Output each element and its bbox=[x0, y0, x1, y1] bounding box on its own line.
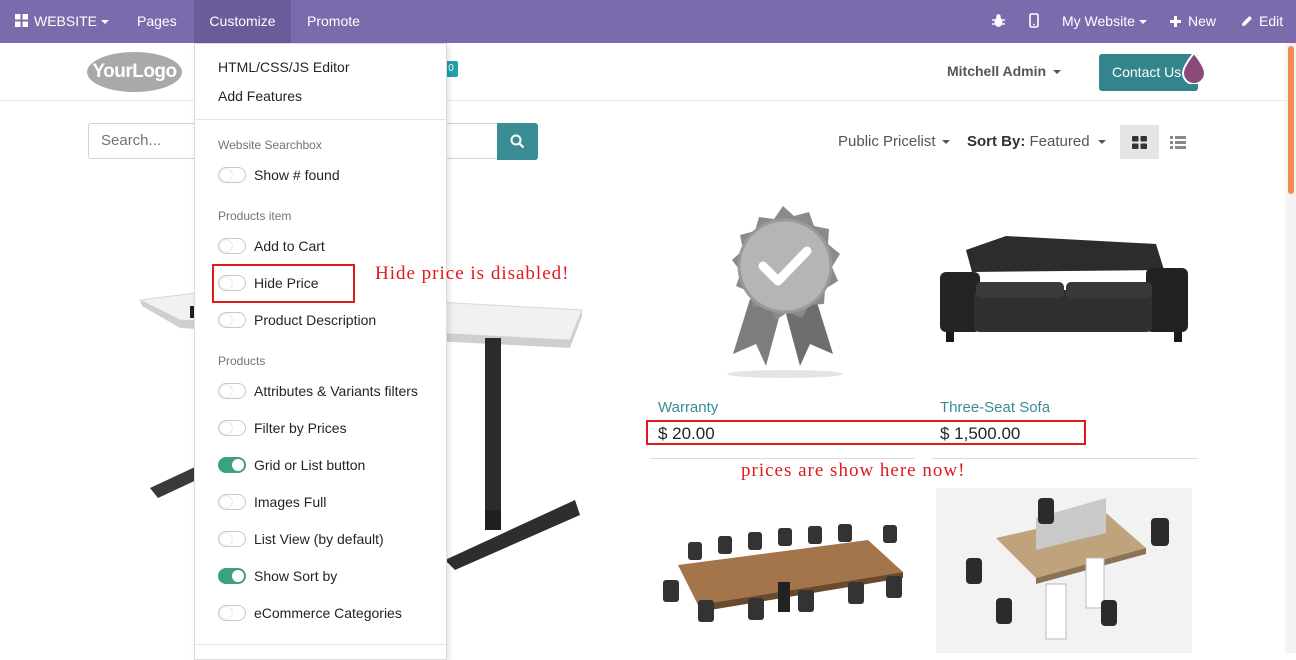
promote-menu[interactable]: Promote bbox=[307, 0, 360, 43]
edit-label: Edit bbox=[1259, 13, 1284, 29]
product-name-warranty[interactable]: Warranty bbox=[658, 399, 718, 416]
user-name: Mitchell Admin bbox=[947, 63, 1047, 79]
toggle-switch[interactable] bbox=[218, 494, 246, 510]
pages-menu[interactable]: Pages bbox=[137, 0, 177, 43]
annotation-prices-shown: prices are show here now! bbox=[741, 460, 966, 481]
bug-icon bbox=[992, 14, 1005, 27]
conference-table-image[interactable] bbox=[658, 520, 908, 635]
list-view-button[interactable] bbox=[1159, 125, 1196, 159]
search-button[interactable] bbox=[497, 123, 538, 160]
toggle-switch[interactable] bbox=[218, 312, 246, 328]
sort-by-label: Sort By: bbox=[967, 133, 1026, 150]
toggle-switch[interactable] bbox=[218, 167, 246, 183]
warranty-badge-image[interactable] bbox=[718, 204, 848, 380]
product-name-three-seat-sofa[interactable]: Three-Seat Sofa bbox=[940, 399, 1050, 416]
mobile-icon bbox=[1029, 13, 1039, 28]
list-icon bbox=[1170, 136, 1186, 149]
user-menu[interactable]: Mitchell Admin bbox=[947, 63, 1062, 79]
site-header bbox=[0, 43, 1285, 101]
my-website-menu[interactable]: My Website bbox=[1062, 0, 1147, 43]
chevron-down-icon bbox=[1097, 140, 1106, 145]
toggle-switch[interactable] bbox=[218, 383, 246, 399]
option-label: List View (by default) bbox=[254, 531, 384, 547]
debug-button[interactable] bbox=[992, 0, 1005, 43]
pricelist-label: Public Pricelist bbox=[838, 133, 936, 150]
admin-topbar: WEBSITE Pages Customize Promote My Websi… bbox=[0, 0, 1296, 43]
option-label: Filter by Prices bbox=[254, 420, 347, 436]
site-logo[interactable]: YourLogo bbox=[87, 52, 182, 92]
pencil-icon bbox=[1242, 16, 1252, 26]
annotation-box-hide-price bbox=[212, 264, 355, 303]
mobile-preview-button[interactable] bbox=[1029, 0, 1039, 43]
option-label: Show # found bbox=[254, 167, 340, 183]
my-website-label: My Website bbox=[1062, 13, 1135, 29]
menu-header-products: Products bbox=[218, 354, 266, 368]
toggle-switch[interactable] bbox=[218, 605, 246, 621]
option-label: Show Sort by bbox=[254, 568, 338, 584]
chevron-down-icon bbox=[941, 140, 950, 145]
menu-divider bbox=[195, 119, 446, 120]
drop-icon bbox=[1181, 52, 1207, 84]
option-label: Add to Cart bbox=[254, 238, 325, 254]
card-divider bbox=[650, 458, 915, 459]
toggle-switch[interactable] bbox=[218, 457, 246, 473]
sofa-image[interactable] bbox=[936, 230, 1192, 350]
toggle-switch[interactable] bbox=[218, 531, 246, 547]
toggle-switch[interactable] bbox=[218, 238, 246, 254]
new-button[interactable]: New bbox=[1170, 0, 1216, 43]
add-features-item[interactable]: Add Features bbox=[218, 88, 302, 104]
option-label: Images Full bbox=[254, 494, 327, 510]
office-workstation-image[interactable] bbox=[936, 488, 1192, 653]
option-label: eCommerce Categories bbox=[254, 605, 402, 621]
annotation-box-prices bbox=[646, 420, 1086, 445]
menu-header-website-searchbox: Website Searchbox bbox=[218, 138, 322, 152]
customize-dropdown: HTML/CSS/JS Editor Add Features Website … bbox=[194, 43, 447, 660]
edit-button[interactable]: Edit bbox=[1241, 0, 1283, 43]
grid-view-button[interactable] bbox=[1120, 125, 1159, 159]
menu-divider bbox=[195, 644, 446, 645]
menu-header-products-item: Products item bbox=[218, 209, 292, 223]
card-divider bbox=[932, 458, 1198, 459]
grid-icon bbox=[1132, 136, 1147, 149]
website-label: WEBSITE bbox=[34, 13, 98, 29]
logo-text: YourLogo bbox=[92, 61, 177, 82]
plus-icon bbox=[1170, 16, 1181, 27]
sort-by-value: Featured bbox=[1029, 133, 1090, 150]
scrollbar-thumb[interactable] bbox=[1288, 46, 1294, 194]
website-menu[interactable]: WEBSITE bbox=[15, 0, 110, 43]
option-label: Grid or List button bbox=[254, 457, 366, 473]
toggle-switch[interactable] bbox=[218, 420, 246, 436]
chevron-down-icon bbox=[1053, 70, 1062, 75]
html-css-js-editor-item[interactable]: HTML/CSS/JS Editor bbox=[218, 59, 349, 75]
toggle-switch[interactable] bbox=[218, 568, 246, 584]
search-icon bbox=[510, 134, 525, 149]
option-label: Attributes & Variants filters bbox=[254, 383, 418, 399]
pricelist-dropdown[interactable]: Public Pricelist bbox=[838, 133, 950, 150]
option-label: Product Description bbox=[254, 312, 377, 328]
sort-by-dropdown[interactable]: Sort By: Featured bbox=[967, 133, 1106, 150]
chevron-down-icon bbox=[1138, 20, 1147, 25]
new-label: New bbox=[1188, 13, 1217, 29]
chevron-down-icon bbox=[101, 20, 110, 25]
customize-menu[interactable]: Customize bbox=[194, 0, 291, 43]
apps-icon bbox=[15, 14, 28, 27]
annotation-hide-price: Hide price is disabled! bbox=[375, 263, 570, 284]
